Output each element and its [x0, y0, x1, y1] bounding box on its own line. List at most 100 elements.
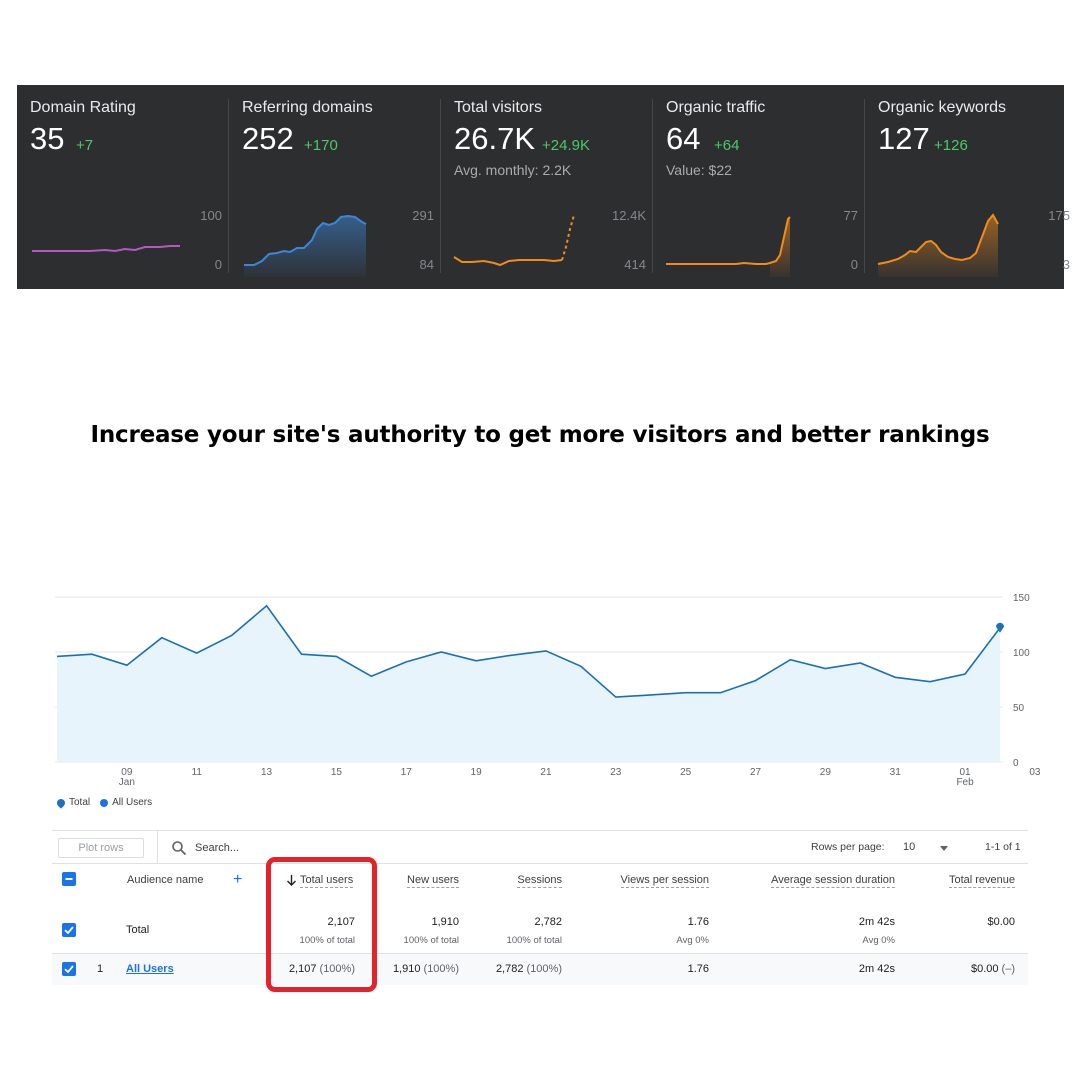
column-header-views-per-session[interactable]: Views per session	[620, 874, 709, 888]
column-header-sessions[interactable]: Sessions	[517, 874, 562, 888]
sparkline-line	[666, 216, 791, 265]
legend-label: All Users	[112, 797, 153, 808]
row-total-revenue-pct: (–)	[1001, 963, 1015, 975]
total-row-checkbox[interactable]	[62, 923, 76, 937]
x-tick-label: 03	[1029, 767, 1041, 778]
x-tick-label: 19	[471, 767, 483, 778]
x-tick-sublabel: Jan	[119, 777, 135, 788]
metric-delta: +64	[714, 137, 740, 154]
metric-value: 127	[878, 121, 930, 156]
chart-legend: Total All Users	[55, 796, 152, 809]
check-icon	[64, 926, 74, 935]
select-all-checkbox[interactable]	[62, 872, 76, 886]
search-icon[interactable]	[171, 840, 187, 856]
x-tick-label: 11	[192, 767, 203, 778]
total-users-value: 2,107	[327, 916, 355, 928]
row-checkbox[interactable]	[62, 962, 76, 976]
row-new-users-value: 1,910	[392, 963, 421, 975]
metric-subtext: Value: $22	[666, 162, 732, 178]
sort-arrow-down-icon[interactable]	[286, 874, 297, 889]
check-icon	[64, 965, 74, 974]
dot-marker-icon	[100, 798, 109, 807]
users-line-chart: 150100500 09Jan11 13 15 17 19 21 23 25 27 29 31 01F…	[55, 593, 1041, 788]
metric-delta: +24.9K	[542, 137, 590, 154]
sparkline-ymin: 0	[850, 257, 858, 272]
metric-subtext: Avg. monthly: 2.2K	[454, 162, 572, 178]
column-header-total-revenue[interactable]: Total revenue	[948, 874, 1015, 888]
sparkline-ymin: 0	[214, 257, 222, 272]
y-tick-label: 150	[1013, 593, 1030, 604]
sparkline-ymax: 175	[1048, 208, 1070, 223]
metric-value: 35	[30, 121, 65, 156]
indeterminate-icon	[65, 878, 73, 880]
views-per-session-value: 1.76	[687, 916, 709, 928]
sparkline-ymin: 414	[624, 257, 646, 272]
legend-item-all-users[interactable]: All Users	[100, 797, 152, 808]
headline: Increase your site's authority to get mo…	[90, 422, 990, 448]
legend-item-total[interactable]: Total	[55, 796, 91, 809]
sessions-value: 2,782	[534, 916, 562, 928]
column-header-audience-name[interactable]: Audience name	[127, 874, 203, 886]
y-tick-label: 100	[1013, 648, 1030, 659]
column-header-avg-session-duration[interactable]: Average session duration	[771, 874, 895, 888]
metric-organic-keywords[interactable]: Organic keywords 127 +126 175 3	[864, 85, 1076, 289]
sparkline-ymax: 12.4K	[612, 208, 646, 223]
metrics-banner: Domain Rating 35 +7 100 0 Referring doma…	[17, 85, 1070, 289]
x-tick-label: 15	[331, 767, 343, 778]
row-total-users-pct: (100%)	[319, 963, 355, 975]
column-header-new-users[interactable]: New users	[407, 874, 459, 888]
total-row-label: Total	[126, 924, 150, 936]
metric-domain-rating[interactable]: Domain Rating 35 +7 100 0	[17, 85, 228, 289]
total-users-sub: 100% of total	[299, 935, 355, 946]
caret-down-icon[interactable]	[940, 846, 948, 851]
row-new-users-pct: (100%)	[423, 963, 459, 975]
row-total-users: 2,107 (100%)	[289, 963, 355, 975]
x-tick-label: 13	[261, 767, 273, 778]
metric-delta: +7	[76, 137, 94, 154]
sessions-sub: 100% of total	[506, 935, 562, 946]
add-dimension-icon[interactable]: +	[233, 872, 242, 888]
sparkline-ymax: 100	[200, 208, 222, 223]
chart-y-axis: 150 100 50 0	[1013, 593, 1030, 769]
metric-title: Domain Rating	[30, 99, 136, 116]
sparkline-ymax: 77	[843, 208, 858, 223]
row-new-users: 1,910 (100%)	[393, 963, 459, 975]
x-tick-label: 31	[890, 767, 902, 778]
x-tick-label: 23	[610, 767, 622, 778]
plot-rows-button[interactable]: Plot rows	[58, 838, 144, 858]
metric-total-visitors[interactable]: Total visitors 26.7K +24.9K Avg. monthly…	[440, 85, 652, 289]
metric-referring-domains[interactable]: Referring domains 252 +170 291 84	[228, 85, 440, 289]
row-views-per-session: 1.76	[687, 963, 709, 975]
row-avg-session-duration: 2m 42s	[858, 963, 895, 975]
x-tick-label: 17	[401, 767, 413, 778]
row-total-revenue-value: $0.00	[970, 963, 999, 975]
table-row[interactable]: 1 All Users 2,107 (100%) 1,910 (100%) 2,…	[52, 954, 1028, 985]
row-sessions-pct: (100%)	[526, 963, 562, 975]
legend-label: Total	[69, 797, 91, 808]
table-header-row: Audience name + Total users New users Se…	[52, 864, 1028, 904]
metric-value: 26.7K	[454, 121, 536, 156]
toolbar-divider	[157, 831, 158, 864]
chart-x-axis: 09Jan11 13 15 17 19 21 23 25 27 29 31 01Feb03	[119, 767, 1041, 788]
rows-per-page-select[interactable]: 10	[903, 841, 915, 853]
sparkline-line	[32, 245, 180, 253]
x-tick-label: 25	[680, 767, 692, 778]
pagination-info: 1-1 of 1	[985, 841, 1021, 853]
sparkline-domain-rating	[32, 245, 180, 253]
x-tick-sublabel: Feb	[956, 777, 974, 788]
pin-marker-icon	[55, 796, 67, 809]
row-total-users-value: 2,107	[288, 963, 317, 975]
row-total-revenue: $0.00 (–)	[971, 963, 1015, 975]
sparkline-area	[878, 215, 998, 277]
sparkline-referring-domains	[244, 214, 367, 277]
metric-title: Total visitors	[454, 99, 543, 116]
avg-session-duration-value: 2m 42s	[858, 916, 895, 928]
audience-link-all-users[interactable]: All Users	[126, 963, 174, 975]
sparkline-ymin: 84	[419, 257, 434, 272]
x-tick-label: 27	[750, 767, 762, 778]
search-input[interactable]	[195, 840, 335, 856]
new-users-sub: 100% of total	[403, 935, 459, 946]
column-header-total-users[interactable]: Total users	[300, 874, 354, 888]
metric-organic-traffic[interactable]: Organic traffic 64 +64 Value: $22 77 0	[652, 85, 864, 289]
avg-session-duration-sub: Avg 0%	[862, 935, 895, 946]
